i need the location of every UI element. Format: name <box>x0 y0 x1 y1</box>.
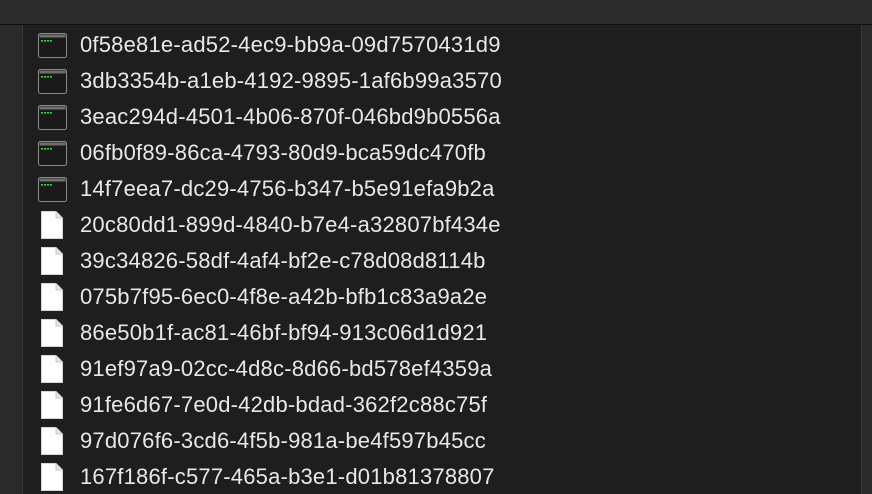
terminal-executable-icon <box>38 105 67 130</box>
file-name-label: 3eac294d-4501-4b06-870f-046bd9b0556a <box>80 104 501 129</box>
file-name-label: 39c34826-58df-4af4-bf2e-c78d08d8114b <box>80 248 486 273</box>
sidebar-edge <box>0 25 23 494</box>
file-name-label: 075b7f95-6ec0-4f8e-a42b-bfb1c83a9a2e <box>80 284 488 309</box>
terminal-executable-icon <box>38 33 67 58</box>
file-list-item[interactable]: 06fb0f89-86ca-4793-80d9-bca59dc470fb <box>24 135 860 171</box>
file-list-item[interactable]: 39c34826-58df-4af4-bf2e-c78d08d8114b <box>24 243 860 279</box>
file-list-item[interactable]: 86e50b1f-ac81-46bf-bf94-913c06d1d921 <box>24 315 860 351</box>
file-list-item[interactable]: 14f7eea7-dc29-4756-b347-b5e91efa9b2a <box>24 171 860 207</box>
blank-document-icon <box>41 211 63 239</box>
blank-document-icon <box>41 427 63 455</box>
file-list-item[interactable]: 3db3354b-a1eb-4192-9895-1af6b99a3570 <box>24 63 860 99</box>
file-list: 0f58e81e-ad52-4ec9-bb9a-09d7570431d9 3db… <box>24 27 860 494</box>
file-name-label: 167f186f-c577-465a-b3e1-d01b81378807 <box>80 464 495 489</box>
file-list-item[interactable]: 167f186f-c577-465a-b3e1-d01b81378807 <box>24 459 860 494</box>
terminal-executable-icon <box>38 141 67 166</box>
blank-document-icon <box>41 247 63 275</box>
file-name-label: 91fe6d67-7e0d-42db-bdad-362f2c88c75f <box>80 392 488 417</box>
file-list-item[interactable]: 91fe6d67-7e0d-42db-bdad-362f2c88c75f <box>24 387 860 423</box>
finder-window: 0f58e81e-ad52-4ec9-bb9a-09d7570431d9 3db… <box>0 0 872 494</box>
file-name-label: 06fb0f89-86ca-4793-80d9-bca59dc470fb <box>80 140 486 165</box>
window-toolbar <box>0 0 872 25</box>
terminal-executable-icon <box>38 177 67 202</box>
file-name-label: 3db3354b-a1eb-4192-9895-1af6b99a3570 <box>80 68 502 93</box>
file-name-label: 20c80dd1-899d-4840-b7e4-a32807bf434e <box>80 212 501 237</box>
file-name-label: 86e50b1f-ac81-46bf-bf94-913c06d1d921 <box>80 320 488 345</box>
vertical-scrollbar[interactable] <box>861 25 872 494</box>
blank-document-icon <box>41 319 63 347</box>
file-list-item[interactable]: 91ef97a9-02cc-4d8c-8d66-bd578ef4359a <box>24 351 860 387</box>
file-list-item[interactable]: 3eac294d-4501-4b06-870f-046bd9b0556a <box>24 99 860 135</box>
terminal-executable-icon <box>38 69 67 94</box>
blank-document-icon <box>41 355 63 383</box>
file-name-label: 0f58e81e-ad52-4ec9-bb9a-09d7570431d9 <box>80 32 501 57</box>
file-list-item[interactable]: 97d076f6-3cd6-4f5b-981a-be4f597b45cc <box>24 423 860 459</box>
file-name-label: 14f7eea7-dc29-4756-b347-b5e91efa9b2a <box>80 176 495 201</box>
blank-document-icon <box>41 391 63 419</box>
blank-document-icon <box>41 463 63 491</box>
file-list-item[interactable]: 0f58e81e-ad52-4ec9-bb9a-09d7570431d9 <box>24 27 860 63</box>
file-name-label: 91ef97a9-02cc-4d8c-8d66-bd578ef4359a <box>80 356 493 381</box>
file-list-item[interactable]: 075b7f95-6ec0-4f8e-a42b-bfb1c83a9a2e <box>24 279 860 315</box>
file-list-item[interactable]: 20c80dd1-899d-4840-b7e4-a32807bf434e <box>24 207 860 243</box>
blank-document-icon <box>41 283 63 311</box>
file-name-label: 97d076f6-3cd6-4f5b-981a-be4f597b45cc <box>80 428 486 453</box>
